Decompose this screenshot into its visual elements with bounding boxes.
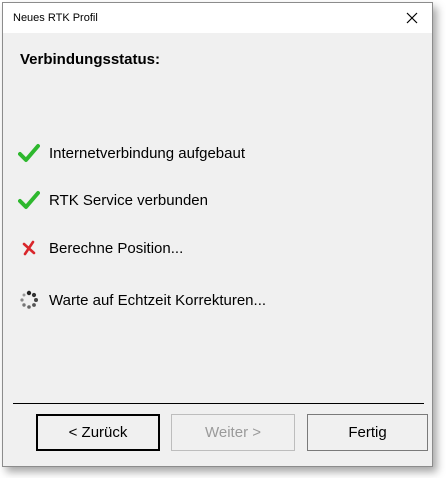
status-label: Internetverbindung aufgebaut: [49, 144, 245, 162]
spinner-icon: [17, 289, 41, 311]
status-item-internet: Internetverbindung aufgebaut: [17, 142, 245, 164]
status-label: Warte auf Echtzeit Korrekturen...: [49, 291, 267, 309]
status-item-corrections: Warte auf Echtzeit Korrekturen...: [17, 289, 266, 311]
status-item-rtk-service: RTK Service verbunden: [17, 189, 208, 211]
back-button[interactable]: < Zurück: [36, 414, 160, 451]
status-heading: Verbindungsstatus:: [20, 51, 161, 68]
window-title: Neues RTK Profil: [13, 12, 98, 24]
title-bar[interactable]: Neues RTK Profil: [3, 3, 432, 33]
close-icon: [406, 12, 418, 24]
footer-separator: [13, 403, 424, 404]
status-item-position: Berechne Position...: [17, 237, 183, 259]
next-button[interactable]: Weiter >: [171, 414, 295, 451]
status-label: Berechne Position...: [49, 239, 184, 257]
checkmark-icon: [17, 142, 41, 164]
close-button[interactable]: [392, 3, 432, 33]
finish-button[interactable]: Fertig: [307, 414, 428, 451]
cross-icon: [17, 237, 41, 259]
wizard-dialog: Neues RTK Profil Verbindungsstatus: Inte…: [2, 2, 433, 467]
checkmark-icon: [17, 189, 41, 211]
status-label: RTK Service verbunden: [49, 191, 208, 209]
